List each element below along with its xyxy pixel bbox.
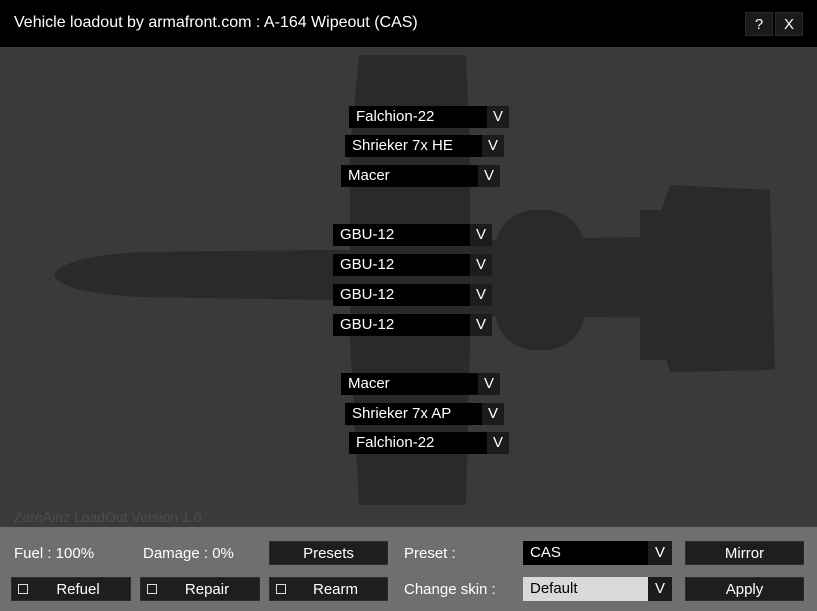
chevron-down-icon[interactable]: V [648,541,672,565]
rearm-label: Rearm [312,581,358,598]
pylon-2-dropdown[interactable]: Shrieker 7x HE V [345,135,504,157]
pylon-1-value: Falchion-22 [349,106,487,128]
pylon-8-dropdown[interactable]: Macer V [341,373,500,395]
pylon-5-value: GBU-12 [333,254,470,276]
pylon-7-dropdown[interactable]: GBU-12 V [333,314,492,336]
apply-button[interactable]: Apply [685,577,804,601]
bottom-control-bar: Fuel : 100% Damage : 0% Presets Refuel R… [0,527,817,611]
preset-label: Preset : [404,545,456,562]
pylon-7-value: GBU-12 [333,314,470,336]
pylon-6-value: GBU-12 [333,284,470,306]
refuel-button[interactable]: Refuel [11,577,131,601]
pylon-3-dropdown[interactable]: Macer V [341,165,500,187]
tail-fin-shape [640,210,680,360]
chevron-down-icon[interactable]: V [470,314,492,336]
pylon-8-value: Macer [341,373,478,395]
chevron-down-icon[interactable]: V [478,373,500,395]
rearm-button[interactable]: Rearm [269,577,388,601]
window-title: Vehicle loadout by armafront.com : A-164… [14,14,418,31]
presets-button[interactable]: Presets [269,541,388,565]
mirror-button[interactable]: Mirror [685,541,804,565]
pylon-9-dropdown[interactable]: Shrieker 7x AP V [345,403,504,425]
rearm-checkbox[interactable] [276,584,286,594]
chevron-down-icon[interactable]: V [478,165,500,187]
tail-tip-shape [690,268,772,286]
fuel-status: Fuel : 100% [14,545,95,562]
pylon-5-dropdown[interactable]: GBU-12 V [333,254,492,276]
help-button[interactable]: ? [745,12,773,36]
repair-button[interactable]: Repair [140,577,260,601]
refuel-checkbox[interactable] [18,584,28,594]
skin-dropdown[interactable]: Default V [523,577,672,601]
pylon-2-value: Shrieker 7x HE [345,135,482,157]
refuel-label: Refuel [56,581,100,598]
chevron-down-icon[interactable]: V [470,254,492,276]
pylon-9-value: Shrieker 7x AP [345,403,482,425]
engine-pod-shape [495,210,585,350]
chevron-down-icon[interactable]: V [648,577,672,601]
skin-label: Change skin : [404,581,496,598]
preset-value: CAS [523,541,648,565]
repair-label: Repair [184,581,230,598]
chevron-down-icon[interactable]: V [482,135,504,157]
chevron-down-icon[interactable]: V [482,403,504,425]
pylon-4-value: GBU-12 [333,224,470,246]
chevron-down-icon[interactable]: V [487,432,509,454]
pylon-4-dropdown[interactable]: GBU-12 V [333,224,492,246]
pylon-1-dropdown[interactable]: Falchion-22 V [349,106,509,128]
pylon-3-value: Macer [341,165,478,187]
chevron-down-icon[interactable]: V [470,284,492,306]
preset-dropdown[interactable]: CAS V [523,541,672,565]
pylon-10-dropdown[interactable]: Falchion-22 V [349,432,509,454]
chevron-down-icon[interactable]: V [470,224,492,246]
title-bar: Vehicle loadout by armafront.com : A-164… [0,0,817,47]
repair-checkbox[interactable] [147,584,157,594]
pylon-10-value: Falchion-22 [349,432,487,454]
close-button[interactable]: X [775,12,803,36]
version-label: ZeroAinz LoadOut Version 1.0 [14,509,202,525]
loadout-window: Vehicle loadout by armafront.com : A-164… [0,0,817,611]
damage-status: Damage : 0% [143,545,234,562]
chevron-down-icon[interactable]: V [487,106,509,128]
pylon-6-dropdown[interactable]: GBU-12 V [333,284,492,306]
skin-value: Default [523,577,648,601]
